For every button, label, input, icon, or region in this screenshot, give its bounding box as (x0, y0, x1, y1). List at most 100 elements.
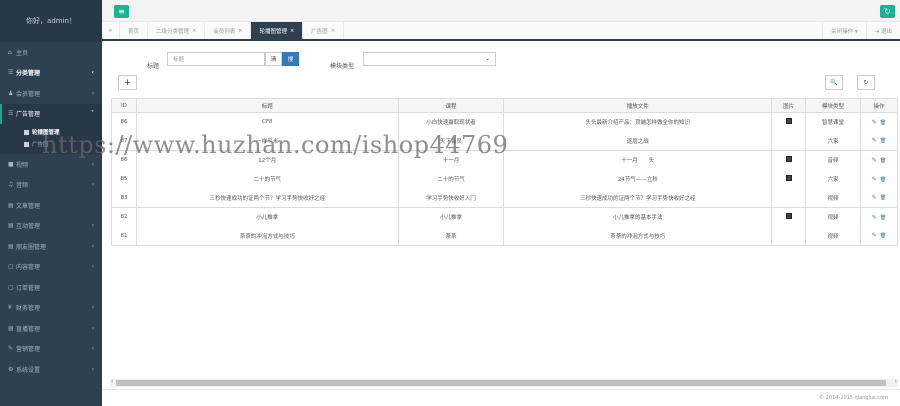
horizontal-scrollbar[interactable]: ‹ › (110, 378, 898, 387)
tab-4[interactable]: 广告图 × (303, 22, 344, 39)
tab-label: 会员列表 (213, 28, 236, 35)
sidebar-item-finance[interactable]: ¥ 财务管理 ‹ (0, 298, 102, 319)
module-type-select[interactable]: ⌄ (363, 52, 496, 66)
sidebar-item-content[interactable]: ▢ 内容管理 ‹ (0, 257, 102, 278)
delete-icon[interactable]: 🗑 (880, 215, 886, 221)
cell-image (771, 169, 807, 189)
sidebar-item-label: 朋友圈管理 (16, 243, 47, 251)
edit-icon[interactable]: ✎ (872, 194, 877, 201)
add-button[interactable]: + (118, 75, 137, 90)
scroll-left-icon[interactable]: ‹ (111, 378, 113, 385)
table-search-button[interactable]: 🔍 (825, 75, 843, 90)
cell-actions: ✎ 🗑 (859, 188, 899, 208)
chevron-icon: ‹ (91, 263, 94, 271)
finance-icon: ¥ (8, 304, 12, 312)
edit-icon[interactable]: ✎ (872, 232, 877, 239)
delete-icon[interactable]: 🗑 (880, 177, 886, 183)
sidebar-item-label: 会员管理 (16, 90, 41, 98)
scroll-right-icon[interactable]: › (895, 378, 897, 385)
sidebar-item-label: 财务管理 (16, 305, 41, 313)
sidebar-item-home[interactable]: ⌂ 主页 (0, 42, 102, 63)
chevron-icon: ‹ (91, 242, 94, 250)
sidebar-item-promo[interactable]: ✎ 营销管理 ‹ (0, 339, 102, 360)
cell-image (771, 207, 807, 227)
column-header: 播放文件 (503, 98, 773, 113)
chevron-icon: ‹ (91, 324, 94, 332)
tab-1[interactable]: 二级分类管理 × (148, 22, 206, 39)
tab-label: 首页 (128, 28, 140, 35)
user-icon: ♟ (8, 89, 14, 97)
edit-icon[interactable]: ✎ (872, 214, 877, 221)
close-icon[interactable]: × (238, 28, 242, 34)
cell-module: 智慧课堂 (805, 112, 861, 132)
chevron-down-icon: ⌄ (485, 56, 490, 62)
delete-icon[interactable]: 🗑 (880, 195, 886, 201)
main-content: 标题 标题 清 搜 模块类型 ⌄ + 🔍 ↻ ID 标题 课程 播放文件 图片 模块类型操… (102, 41, 900, 406)
cell-image (771, 226, 807, 246)
refresh-page-button[interactable]: ↻ (880, 5, 895, 18)
delete-icon[interactable]: 🗑 (880, 158, 886, 164)
interact-icon: ▤ (8, 222, 14, 230)
list-icon: ☰ (8, 69, 14, 77)
sidebar-item-article[interactable]: ▤ 文章管理 (0, 195, 102, 216)
menu-toggle-button[interactable]: ≡ (114, 5, 129, 18)
cell-image (771, 112, 807, 132)
close-icon[interactable]: × (331, 28, 335, 34)
logout-button[interactable]: ⇥ 退出 (865, 22, 900, 39)
sidebar-item-live[interactable]: ▤ 直播管理 ‹ (0, 318, 102, 339)
title-search-input[interactable]: 标题 (167, 52, 265, 66)
scrollbar-thumb[interactable] (116, 380, 886, 386)
delete-icon[interactable]: 🗑 (880, 120, 886, 126)
sidebar-item-order[interactable]: ▢ 订单管理 (0, 277, 102, 298)
cell-file: 十一月 头 (503, 150, 773, 170)
cell-module: 六家 (805, 169, 861, 189)
cell-file: 三秒快速成功的证两个节？学习手势快收好之经 (503, 188, 773, 208)
sidebar: 你好，admin！ ⌂ 主页 ☰ 分类管理 ‹ ♟ 会员管理 ‹ ☰ 广告管理 ˅ 轮播图管理 广告图… (0, 0, 102, 406)
tab-0[interactable]: 首页 (120, 22, 149, 39)
tab-3[interactable]: 轮播图管理 × (251, 22, 304, 39)
column-header: 模块类型 (805, 98, 861, 113)
edit-icon[interactable]: ✎ (872, 176, 877, 183)
cell-module: 视频 (805, 207, 861, 227)
sidebar-item-ad[interactable]: ☰ 广告管理 ˅ (0, 103, 102, 124)
cell-file: 小儿推拿的基本手法 (503, 207, 773, 227)
column-header: ID (111, 98, 137, 113)
refresh-icon: ↻ (884, 7, 891, 16)
table-row: 85 二十的节气 二十的节气 24节气——立秋 六家 ✎ 🗑 (111, 169, 899, 189)
edit-icon[interactable]: ✎ (872, 137, 877, 144)
table-refresh-button[interactable]: ↻ (857, 75, 875, 90)
cell-module: 音频 (805, 150, 861, 170)
sidebar-item-interact[interactable]: ▤ 互动管理 ‹ (0, 216, 102, 237)
chevron-icon: ‹ (91, 69, 94, 77)
image-icon[interactable] (785, 213, 792, 220)
tab-2[interactable]: 会员列表 × (205, 22, 252, 39)
cell-actions: ✎ 🗑 (859, 112, 899, 132)
cell-title: 小儿推拿 (135, 207, 399, 227)
edit-icon[interactable]: ✎ (872, 157, 877, 164)
sidebar-item-settings[interactable]: ⚙ 系统设置 ‹ (0, 359, 102, 380)
close-icon[interactable]: × (290, 28, 294, 34)
tab-scroll-left-button[interactable]: « (102, 22, 120, 39)
image-icon[interactable] (785, 156, 792, 163)
search-button[interactable]: 搜 (282, 52, 299, 66)
close-icon[interactable]: × (192, 28, 196, 34)
chevron-icon: ‹ (91, 365, 94, 373)
delete-icon[interactable]: 🗑 (880, 138, 886, 144)
sidebar-item-label: 系统设置 (16, 366, 41, 374)
sidebar-item-label: 订单管理 (16, 284, 41, 292)
module-type-label: 模块类型 (330, 63, 355, 70)
chevron-icon: ‹ (91, 304, 94, 312)
sidebar-item-circle[interactable]: ▤ 朋友圈管理 ‹ (0, 236, 102, 257)
sidebar-item-user[interactable]: ♟ 会员管理 ‹ (0, 83, 102, 104)
sidebar-item-music[interactable]: ♫ 音频 ‹ (0, 175, 102, 196)
edit-icon[interactable]: ✎ (872, 119, 877, 126)
column-header: 图片 (771, 98, 807, 113)
clear-button[interactable]: 清 (265, 52, 282, 66)
delete-icon[interactable]: 🗑 (880, 233, 886, 239)
sidebar-item-list[interactable]: ☰ 分类管理 ‹ (0, 63, 102, 84)
watermark-text: https://www.huzhan.com/ishop44769 (42, 131, 509, 159)
image-icon[interactable] (785, 118, 792, 125)
content-icon: ▢ (8, 263, 14, 271)
close-operations-dropdown[interactable]: 关闭操作 ▾ (822, 22, 866, 39)
image-icon[interactable] (785, 175, 792, 181)
